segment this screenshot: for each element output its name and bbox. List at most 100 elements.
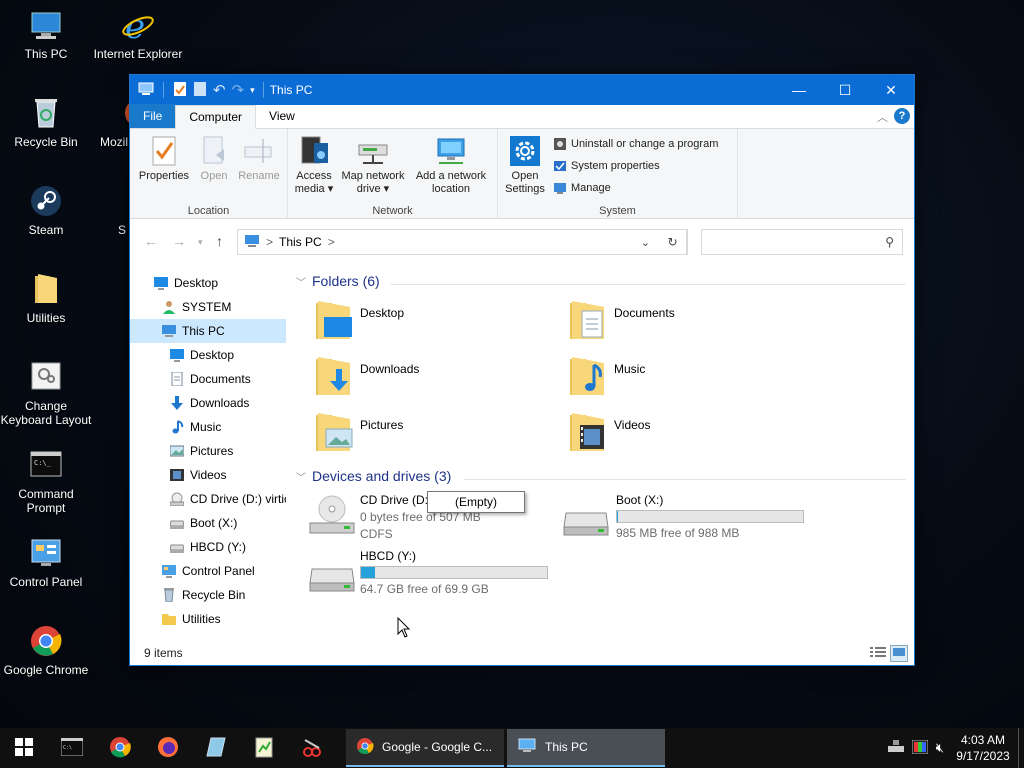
network-icon[interactable] <box>887 739 904 757</box>
folder-videos[interactable]: Videos <box>568 411 650 453</box>
customize-quick-access-icon[interactable]: ▾ <box>250 85 255 96</box>
nav-item-system[interactable]: SYSTEM <box>130 295 286 319</box>
new-folder-quick-icon[interactable] <box>193 81 207 100</box>
map-network-drive-button[interactable]: Map network drive ▾ <box>336 135 410 196</box>
nav-item-videos[interactable]: Videos <box>130 463 286 487</box>
recent-locations-icon[interactable]: ▾ <box>198 237 203 248</box>
desktop-icon-change-keyboard-layout[interactable]: Change Keyboard Layout <box>0 360 92 427</box>
taskbar-firefox[interactable] <box>144 728 192 768</box>
forward-arrow-icon[interactable]: → <box>172 233 186 249</box>
desktop-icon-google-chrome[interactable]: Google Chrome <box>0 624 92 677</box>
clock[interactable]: 4:03 AM 9/17/2023 <box>948 732 1018 764</box>
add-location-label: Add a network <box>415 170 487 182</box>
nav-item-hbcd-y[interactable]: HBCD (Y:) <box>130 535 286 559</box>
nav-item-label: Downloads <box>190 396 250 410</box>
start-button[interactable] <box>0 728 48 768</box>
volume-muted-icon[interactable]: 🔇︎ <box>936 740 944 756</box>
collapse-chevron-icon: ﹀ <box>296 472 306 484</box>
folders-section-header[interactable]: ﹀ Folders (6) <box>296 273 380 289</box>
desktop-icon-label: Internet Explorer <box>93 47 183 61</box>
folder-music[interactable]: Music <box>568 355 645 397</box>
folder-downloads[interactable]: Downloads <box>314 355 419 397</box>
large-icons-view-icon[interactable] <box>890 645 908 662</box>
back-arrow-icon[interactable]: ← <box>144 233 158 249</box>
add-network-location-button[interactable]: Add a network location <box>410 135 492 196</box>
system-properties-button[interactable]: System properties <box>553 159 660 173</box>
glass-app-icon <box>205 736 227 761</box>
rename-button[interactable]: Rename <box>236 135 282 183</box>
uninstall-program-button[interactable]: Uninstall or change a program <box>553 137 718 151</box>
drives-section-header[interactable]: ﹀ Devices and drives (3) <box>296 468 451 484</box>
desktop-icon-mozilla[interactable]: Mozil <box>92 96 132 149</box>
nav-item-downloads[interactable]: Downloads <box>130 391 286 415</box>
nav-item-boot-x[interactable]: Boot (X:) <box>130 511 286 535</box>
desktop-icon-control-panel[interactable]: Control Panel <box>0 536 92 589</box>
tab-view[interactable]: View <box>256 104 308 128</box>
videos-icon <box>170 468 184 482</box>
control-panel-icon <box>29 536 63 570</box>
open-button[interactable]: Open <box>194 135 234 183</box>
minimize-button[interactable]: — <box>776 75 822 105</box>
search-input[interactable]: ⚲ <box>701 229 903 255</box>
up-arrow-icon[interactable]: ↑ <box>216 233 223 249</box>
nav-item-this-pc[interactable]: This PC <box>130 319 286 343</box>
system-tray: 🔇︎ 4:03 AM 9/17/2023 <box>887 728 1024 768</box>
nav-item-recycle-bin[interactable]: Recycle Bin <box>130 583 286 607</box>
desktop-icon-recycle-bin[interactable]: Recycle Bin <box>0 96 92 149</box>
nav-item-utilities[interactable]: Utilities <box>130 607 286 631</box>
redo-icon[interactable]: ↷ <box>232 81 245 99</box>
desktop-icon-label: Change Keyboard Layout <box>0 399 92 427</box>
nav-item-music[interactable]: Music <box>130 415 286 439</box>
address-dropdown-icon[interactable]: ⌄ <box>641 236 650 249</box>
taskbar-window-this-pc[interactable]: This PC <box>507 729 665 767</box>
tab-computer[interactable]: Computer <box>175 105 257 129</box>
nav-item-control-panel[interactable]: Control Panel <box>130 559 286 583</box>
ribbon-group-label: Network <box>372 205 413 217</box>
help-icon[interactable]: ? <box>894 108 910 124</box>
folder-name: Downloads <box>360 362 420 376</box>
desktop-icon-internet-explorer[interactable]: e Internet Explorer <box>92 7 184 61</box>
show-desktop-button[interactable] <box>1018 728 1024 768</box>
title-bar[interactable]: ↶ ↷ ▾ This PC — ☐ ✕ <box>130 75 914 105</box>
desktop-icon-utilities[interactable]: Utilities <box>0 272 92 325</box>
folder-pictures[interactable]: Pictures <box>314 411 403 453</box>
close-button[interactable]: ✕ <box>868 75 914 105</box>
details-view-icon[interactable] <box>870 646 886 661</box>
section-divider <box>464 479 906 480</box>
desktop-icon-this-pc[interactable]: This PC <box>0 8 92 61</box>
nav-item-desktop[interactable]: Desktop <box>130 271 286 295</box>
folder-documents[interactable]: Documents <box>568 299 675 341</box>
nav-item-label: Pictures <box>190 444 234 458</box>
tab-file[interactable]: File <box>130 104 176 128</box>
maximize-button[interactable]: ☐ <box>822 75 868 105</box>
taskbar-command-prompt[interactable]: C:\ <box>48 728 96 768</box>
breadcrumb-this-pc[interactable]: This PC <box>279 235 322 249</box>
desktop-icon-steam[interactable]: Steam <box>0 184 92 237</box>
taskbar-window-chrome[interactable]: Google - Google C... <box>346 729 504 767</box>
section-divider <box>390 284 906 285</box>
manage-button[interactable]: Manage <box>553 181 611 195</box>
address-bar[interactable]: > This PC > ⌄ <box>237 229 687 255</box>
uninstall-label: Uninstall or change a program <box>571 138 719 150</box>
undo-icon[interactable]: ↶ <box>213 81 226 99</box>
taskbar-app-1[interactable] <box>192 728 240 768</box>
nav-item-cd-drive-d-virtio[interactable]: CD Drive (D:) virtio <box>130 487 286 511</box>
refresh-button[interactable]: ↻ <box>658 229 688 255</box>
media-icon <box>298 135 330 167</box>
color-app-icon[interactable] <box>911 739 929 757</box>
access-media-label-2: media <box>294 183 325 195</box>
taskbar-chrome[interactable] <box>96 728 144 768</box>
nav-item-documents[interactable]: Documents <box>130 367 286 391</box>
uninstall-icon <box>553 137 567 151</box>
nav-item-pictures[interactable]: Pictures <box>130 439 286 463</box>
properties-button[interactable]: Properties <box>136 135 192 183</box>
taskbar-app-3[interactable] <box>288 728 336 768</box>
access-media-button[interactable]: Access media ▾ <box>292 135 336 196</box>
properties-quick-icon[interactable] <box>173 81 187 100</box>
collapse-ribbon-icon[interactable]: ︿ <box>877 109 888 125</box>
taskbar-app-2[interactable] <box>240 728 288 768</box>
desktop-icon-command-prompt[interactable]: C:\_ Command Prompt <box>0 448 92 515</box>
nav-item-desktop[interactable]: Desktop <box>130 343 286 367</box>
open-settings-button[interactable]: Open Settings <box>502 135 548 196</box>
folder-desktop[interactable]: Desktop <box>314 299 404 341</box>
